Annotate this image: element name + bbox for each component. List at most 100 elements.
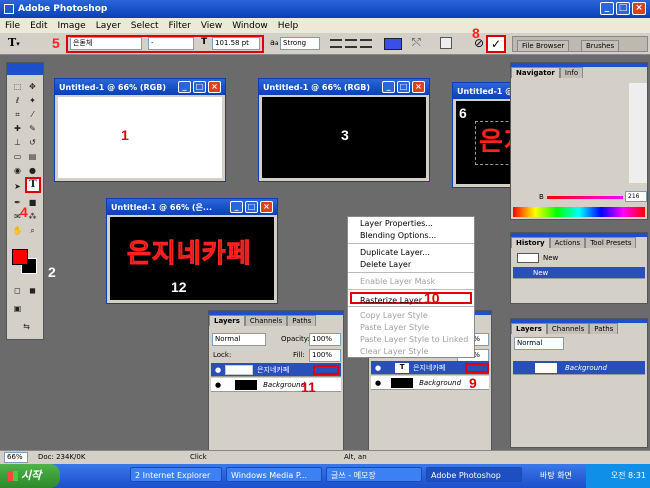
crop-tool-icon[interactable]: ⌗ (12, 109, 23, 120)
menu-select[interactable]: Select (126, 21, 164, 31)
minimize-button[interactable]: _ (382, 81, 395, 93)
document-window-12[interactable]: Untitled-1 @ 66% (은... _ □ × 은지네카페 12 (106, 198, 278, 304)
history-state[interactable]: New (513, 267, 645, 279)
start-button[interactable]: 시작 (0, 464, 60, 488)
b-slider[interactable] (547, 196, 623, 199)
palette-icon[interactable] (440, 37, 452, 49)
commit-button[interactable]: ✓ (486, 35, 506, 53)
taskbar-item-notepad[interactable]: 글쓰 - 메모장 (326, 467, 422, 482)
tab-actions[interactable]: Actions (549, 237, 586, 248)
menu-file[interactable]: File (0, 21, 25, 31)
align-center-icon[interactable] (345, 39, 357, 48)
lasso-tool-icon[interactable]: ℓ (12, 95, 23, 106)
eye-icon[interactable]: ● (215, 381, 221, 389)
doc-title-bar[interactable]: Untitled-1 @ 66% (RGB) _ □ × (55, 79, 225, 95)
foreground-color[interactable] (12, 249, 28, 265)
hand-tool-icon[interactable]: ✋ (12, 225, 23, 236)
menu-help[interactable]: Help (273, 21, 304, 31)
type-tool-icon[interactable]: T▾ (8, 36, 28, 51)
menu-layer[interactable]: Layer (91, 21, 126, 31)
tab-channels[interactable]: Channels (546, 323, 590, 334)
tab-layers[interactable]: Layers (209, 315, 245, 326)
close-button[interactable]: × (260, 201, 273, 213)
font-family-select[interactable]: 은돋체 (70, 37, 142, 50)
warp-text-icon[interactable]: ⤲ (412, 36, 421, 50)
magic-wand-icon[interactable]: ✦ (27, 95, 38, 106)
maximize-button[interactable]: □ (193, 81, 206, 93)
menu-filter[interactable]: Filter (164, 21, 196, 31)
color-ramp[interactable] (513, 207, 645, 217)
maximize-button[interactable]: □ (616, 2, 630, 15)
context-menu-item[interactable]: Rasterize Layer (350, 292, 472, 305)
antialias-select[interactable]: Strong (280, 37, 320, 50)
type-tool-button[interactable]: T (25, 177, 41, 193)
doc-title-bar[interactable]: Untitled-1 @ 66% (은... _ □ × (107, 199, 277, 215)
tab-file-browser[interactable]: File Browser (517, 40, 570, 51)
blend-mode-select[interactable]: Normal (514, 337, 564, 350)
maximize-button[interactable]: □ (397, 81, 410, 93)
doc-title-bar[interactable]: Untitled-1 @ 66% (RGB) _ □ × (259, 79, 429, 95)
maximize-button[interactable]: □ (245, 201, 258, 213)
tab-paths[interactable]: Paths (589, 323, 619, 334)
eye-icon[interactable]: ● (375, 364, 381, 372)
fill-field[interactable]: 100% (309, 349, 341, 362)
standard-mode-icon[interactable]: ◻ (12, 285, 23, 296)
screen-mode-icon[interactable]: ▣ (12, 303, 23, 314)
taskbar-item-media-player[interactable]: Windows Media P... (226, 467, 322, 482)
zoom-tool-icon[interactable]: ⌕ (27, 225, 38, 236)
close-button[interactable]: × (412, 81, 425, 93)
zoom-field[interactable]: 66% (4, 452, 28, 463)
menu-window[interactable]: Window (227, 21, 273, 31)
blur-tool-icon[interactable]: ◉ (12, 165, 23, 176)
tab-history[interactable]: History (511, 237, 550, 248)
path-select-icon[interactable]: ➤ (12, 181, 23, 192)
align-right-icon[interactable] (360, 39, 372, 48)
tab-layers[interactable]: Layers (511, 323, 547, 334)
blend-mode-select[interactable]: Normal (212, 333, 266, 346)
quickmask-mode-icon[interactable]: ◼ (27, 285, 38, 296)
close-button[interactable]: × (632, 2, 646, 15)
close-button[interactable]: × (208, 81, 221, 93)
minimize-button[interactable]: _ (230, 201, 243, 213)
context-menu-item[interactable]: Blending Options... (348, 229, 474, 241)
font-size-field[interactable]: 101.58 pt (212, 37, 260, 50)
brush-tool-icon[interactable]: ✎ (27, 123, 38, 134)
align-left-icon[interactable] (330, 39, 342, 48)
gradient-tool-icon[interactable]: ▤ (27, 151, 38, 162)
context-menu-item[interactable]: Layer Properties... (348, 217, 474, 229)
opacity-field[interactable]: 100% (309, 333, 341, 346)
tab-paths[interactable]: Paths (287, 315, 317, 326)
eraser-tool-icon[interactable]: ▭ (12, 151, 23, 162)
minimize-button[interactable]: _ (600, 2, 614, 15)
taskbar-item-photoshop[interactable]: Adobe Photoshop (426, 467, 522, 482)
tab-channels[interactable]: Channels (244, 315, 288, 326)
layer-background[interactable]: Background (513, 361, 645, 375)
canvas[interactable] (58, 97, 222, 178)
eye-icon[interactable]: ● (215, 366, 221, 374)
b-value[interactable]: 216 (625, 191, 647, 202)
tab-navigator[interactable]: Navigator (511, 67, 560, 78)
context-menu-item[interactable]: Duplicate Layer... (348, 246, 474, 258)
menu-image[interactable]: Image (53, 21, 91, 31)
document-window-3[interactable]: Untitled-1 @ 66% (RGB) _ □ × 3 (258, 78, 430, 182)
document-window-1[interactable]: Untitled-1 @ 66% (RGB) _ □ × 1 (54, 78, 226, 182)
layer-background[interactable]: ● Background (211, 378, 341, 392)
desktop-label[interactable]: 바탕 화면 (540, 470, 572, 481)
text-color-swatch[interactable] (384, 38, 402, 50)
dodge-tool-icon[interactable]: ● (27, 165, 38, 176)
taskbar-item-ie[interactable]: 2 Internet Explorer (130, 467, 222, 482)
marquee-tool-icon[interactable]: ⬚ (12, 81, 23, 92)
tab-tool-presets[interactable]: Tool Presets (585, 237, 637, 248)
eyedropper-icon[interactable]: ⁂ (27, 211, 38, 222)
slice-tool-icon[interactable]: ⁄ (27, 109, 38, 120)
move-tool-icon[interactable]: ✥ (27, 81, 38, 92)
jump-to-imageready-icon[interactable]: ⇆ (21, 321, 32, 332)
menu-edit[interactable]: Edit (25, 21, 52, 31)
stamp-tool-icon[interactable]: ⊥ (12, 137, 23, 148)
tab-brushes[interactable]: Brushes (581, 40, 620, 51)
minimize-button[interactable]: _ (178, 81, 191, 93)
history-snapshot[interactable]: New (513, 251, 645, 265)
eye-icon[interactable]: ● (375, 379, 381, 387)
font-style-select[interactable]: - (148, 37, 194, 50)
history-brush-icon[interactable]: ↺ (27, 137, 38, 148)
